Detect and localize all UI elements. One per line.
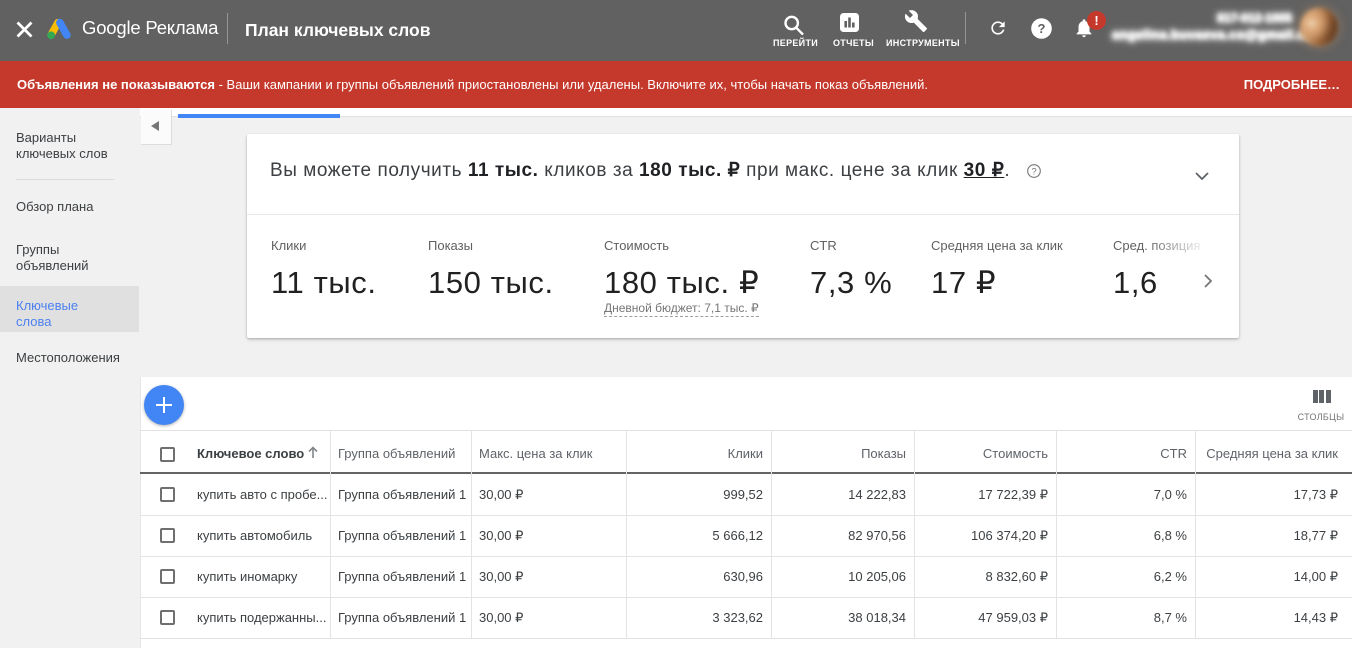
svg-text:?: ? — [1031, 166, 1036, 177]
svg-text:?: ? — [1038, 21, 1046, 36]
